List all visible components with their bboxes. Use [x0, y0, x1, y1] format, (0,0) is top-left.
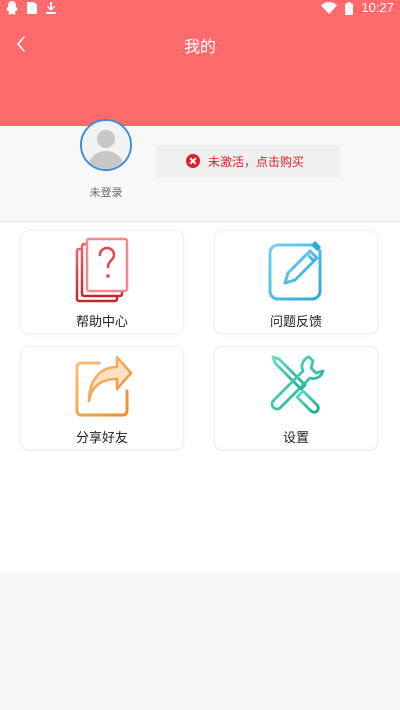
- default-user-avatar: [82, 121, 130, 169]
- menu-grid: 帮助中心 问题反馈 分享好友 设置: [0, 222, 400, 572]
- nav-bar: 我的: [0, 26, 400, 62]
- empty-area: [0, 572, 400, 710]
- download-icon: [46, 2, 56, 14]
- sim-card-icon: [27, 2, 37, 14]
- share-arrow-icon: [75, 355, 133, 417]
- tools-settings-icon: [270, 355, 325, 414]
- menu-label: 分享好友: [75, 431, 128, 446]
- activation-banner[interactable]: 未激活，点击购买: [156, 145, 340, 177]
- menu-feedback[interactable]: 问题反馈: [214, 230, 378, 334]
- menu-label: 帮助中心: [75, 315, 128, 330]
- edit-feedback-icon: [268, 241, 322, 301]
- wifi-icon: [321, 2, 338, 14]
- battery-icon: [345, 1, 354, 15]
- menu-share-friends[interactable]: 分享好友: [20, 346, 184, 450]
- qq-icon: [6, 1, 18, 15]
- menu-label: 问题反馈: [269, 315, 322, 330]
- profile-section: 未登录 未激活，点击购买: [0, 119, 400, 222]
- close-circle-icon: [186, 154, 200, 168]
- header-bar: 10:27 我的: [0, 0, 400, 126]
- avatar[interactable]: [80, 119, 132, 171]
- menu-help-center[interactable]: 帮助中心: [20, 230, 184, 334]
- activation-text: 未激活，点击购买: [208, 154, 305, 169]
- help-question-icon: [75, 237, 129, 303]
- login-status[interactable]: 未登录: [70, 184, 142, 200]
- status-bar: 10:27: [0, 0, 400, 16]
- menu-settings[interactable]: 设置: [214, 346, 378, 450]
- page-title: 我的: [183, 37, 216, 56]
- menu-label: 设置: [282, 431, 309, 446]
- status-time: 10:27: [361, 0, 394, 15]
